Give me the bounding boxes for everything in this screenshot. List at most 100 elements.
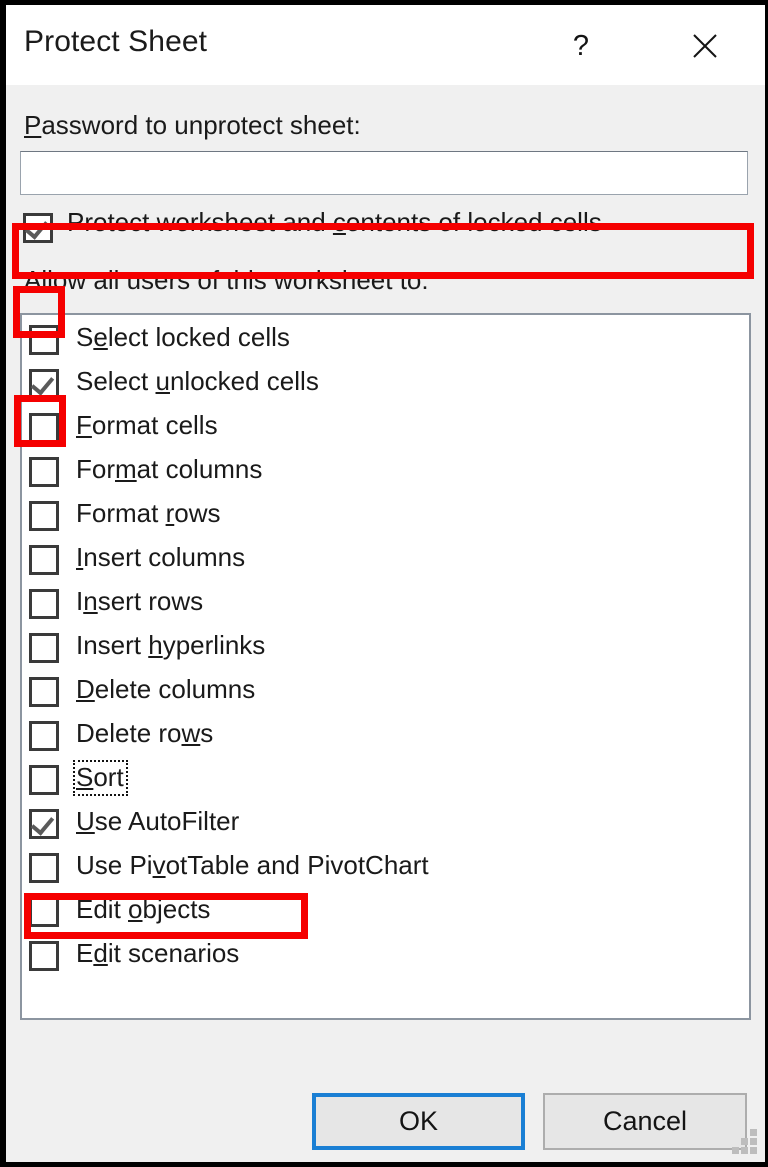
permission-label-accel: n [83, 586, 98, 616]
permission-checkbox[interactable] [29, 853, 59, 883]
close-icon-glyph [693, 34, 717, 58]
permission-label[interactable]: Delete columns [73, 672, 259, 708]
password-input[interactable] [20, 151, 748, 195]
list-item[interactable]: Insert hyperlinks [22, 627, 749, 671]
permission-label-pre: Delete ro [76, 718, 182, 748]
permission-checkbox[interactable] [29, 501, 59, 531]
password-label: Password to unprotect sheet: [24, 110, 361, 141]
permission-label-post: s [200, 718, 214, 748]
permission-label-accel: e [93, 322, 108, 352]
ok-button[interactable]: OK [312, 1093, 525, 1150]
permission-label-post: ormat cells [91, 410, 218, 440]
cancel-button[interactable]: Cancel [543, 1093, 747, 1150]
list-item[interactable]: Use PivotTable and PivotChart [22, 847, 749, 891]
permission-label-accel: d [93, 938, 108, 968]
permission-label-accel: v [152, 850, 166, 880]
permission-label-post: nlocked cells [169, 366, 319, 396]
dialog-title: Protect Sheet [24, 25, 208, 58]
permission-label[interactable]: Insert columns [73, 540, 249, 576]
permission-checkbox[interactable] [29, 721, 59, 751]
permission-label[interactable]: Edit scenarios [73, 936, 243, 972]
list-item[interactable]: Insert rows [22, 583, 749, 627]
list-item[interactable]: Insert columns [22, 539, 749, 583]
permission-label-accel: D [76, 674, 95, 704]
list-item[interactable]: Format cells [22, 407, 749, 451]
permission-label-post: lect locked cells [107, 322, 290, 352]
permission-label-pre: Use Pi [76, 850, 153, 880]
permission-label-post: sert rows [97, 586, 204, 616]
help-icon-glyph: ? [572, 29, 590, 62]
protect-worksheet-label[interactable]: Protect worksheet and contents of locked… [67, 207, 602, 238]
permission-label-pre: Edit [76, 894, 129, 924]
permission-label[interactable]: Format rows [73, 496, 225, 532]
permission-label-pre: E [76, 938, 94, 968]
permission-label-accel: o [128, 894, 143, 924]
permission-label-post: yperlinks [162, 630, 266, 660]
allow-users-label: Allow all users of this worksheet to: [24, 265, 429, 295]
dialog-body: Password to unprotect sheet: Protect wor… [6, 85, 765, 1162]
resize-grip[interactable] [731, 1128, 757, 1154]
protect-worksheet-checkbox[interactable] [23, 213, 53, 243]
permission-label-accel: h [148, 630, 163, 660]
permission-label[interactable]: Use PivotTable and PivotChart [73, 848, 433, 884]
permission-checkbox[interactable] [29, 677, 59, 707]
list-item[interactable]: Sort [22, 759, 749, 803]
permission-checkbox[interactable] [29, 765, 59, 795]
permission-checkbox[interactable] [29, 897, 59, 927]
permission-label[interactable]: Use AutoFilter [73, 804, 243, 840]
permission-label-post: ort [93, 762, 124, 792]
permission-label-pre: For [76, 454, 115, 484]
protect-worksheet-label-accel: c [332, 207, 346, 237]
permission-label-accel: S [76, 762, 94, 792]
permission-label[interactable]: Insert hyperlinks [73, 628, 269, 664]
permission-label[interactable]: Edit objects [73, 892, 214, 928]
permission-checkbox[interactable] [29, 809, 59, 839]
permission-label[interactable]: Insert rows [73, 584, 207, 620]
help-icon[interactable]: ? [558, 23, 604, 69]
permission-label-post: ows [174, 498, 221, 528]
protect-sheet-dialog: Protect Sheet ? Password to unprotect sh… [0, 0, 768, 1167]
list-item[interactable]: Format rows [22, 495, 749, 539]
permission-checkbox[interactable] [29, 369, 59, 399]
permission-checkbox[interactable] [29, 941, 59, 971]
close-icon[interactable] [682, 23, 728, 69]
permission-label-post: se AutoFilter [94, 806, 240, 836]
permission-label-accel: F [76, 410, 92, 440]
protect-worksheet-label-post: ontents of locked cells [345, 207, 602, 237]
permission-label-post: elete columns [94, 674, 256, 704]
permission-label[interactable]: Format cells [73, 408, 222, 444]
permission-checkbox[interactable] [29, 457, 59, 487]
permission-label-pre: Format [76, 498, 166, 528]
permission-label-post: otTable and PivotChart [165, 850, 429, 880]
permission-checkbox[interactable] [29, 413, 59, 443]
permission-checkbox[interactable] [29, 589, 59, 619]
permission-label-pre: Select [76, 366, 156, 396]
permission-label-accel: w [181, 718, 201, 748]
password-label-accel: P [24, 110, 42, 140]
ok-button-label: OK [398, 1106, 438, 1136]
list-item[interactable]: Edit scenarios [22, 935, 749, 979]
dialog-titlebar: Protect Sheet ? [6, 5, 765, 85]
permission-label[interactable]: Select unlocked cells [73, 364, 323, 400]
permission-checkbox[interactable] [29, 633, 59, 663]
list-item[interactable]: Delete rows [22, 715, 749, 759]
cancel-button-label: Cancel [602, 1106, 688, 1136]
permission-label-accel: u [155, 366, 170, 396]
permission-label[interactable]: Format columns [73, 452, 266, 488]
list-item[interactable]: Select locked cells [22, 319, 749, 363]
permission-label[interactable]: Sort [73, 760, 128, 796]
list-item[interactable]: Select unlocked cells [22, 363, 749, 407]
permission-checkbox[interactable] [29, 545, 59, 575]
permission-checkbox[interactable] [29, 325, 59, 355]
permission-label-post: bjects [142, 894, 211, 924]
permission-label-accel: U [76, 806, 95, 836]
permission-label[interactable]: Delete rows [73, 716, 217, 752]
permission-label-accel: m [115, 454, 137, 484]
list-item[interactable]: Format columns [22, 451, 749, 495]
permission-label-accel: r [165, 498, 175, 528]
list-item[interactable]: Delete columns [22, 671, 749, 715]
allow-permissions-listbox[interactable]: Select locked cells Select unlocked cells… [20, 313, 751, 1020]
permission-label[interactable]: Select locked cells [73, 320, 294, 356]
list-item[interactable]: Edit objects [22, 891, 749, 935]
list-item[interactable]: Use AutoFilter [22, 803, 749, 847]
